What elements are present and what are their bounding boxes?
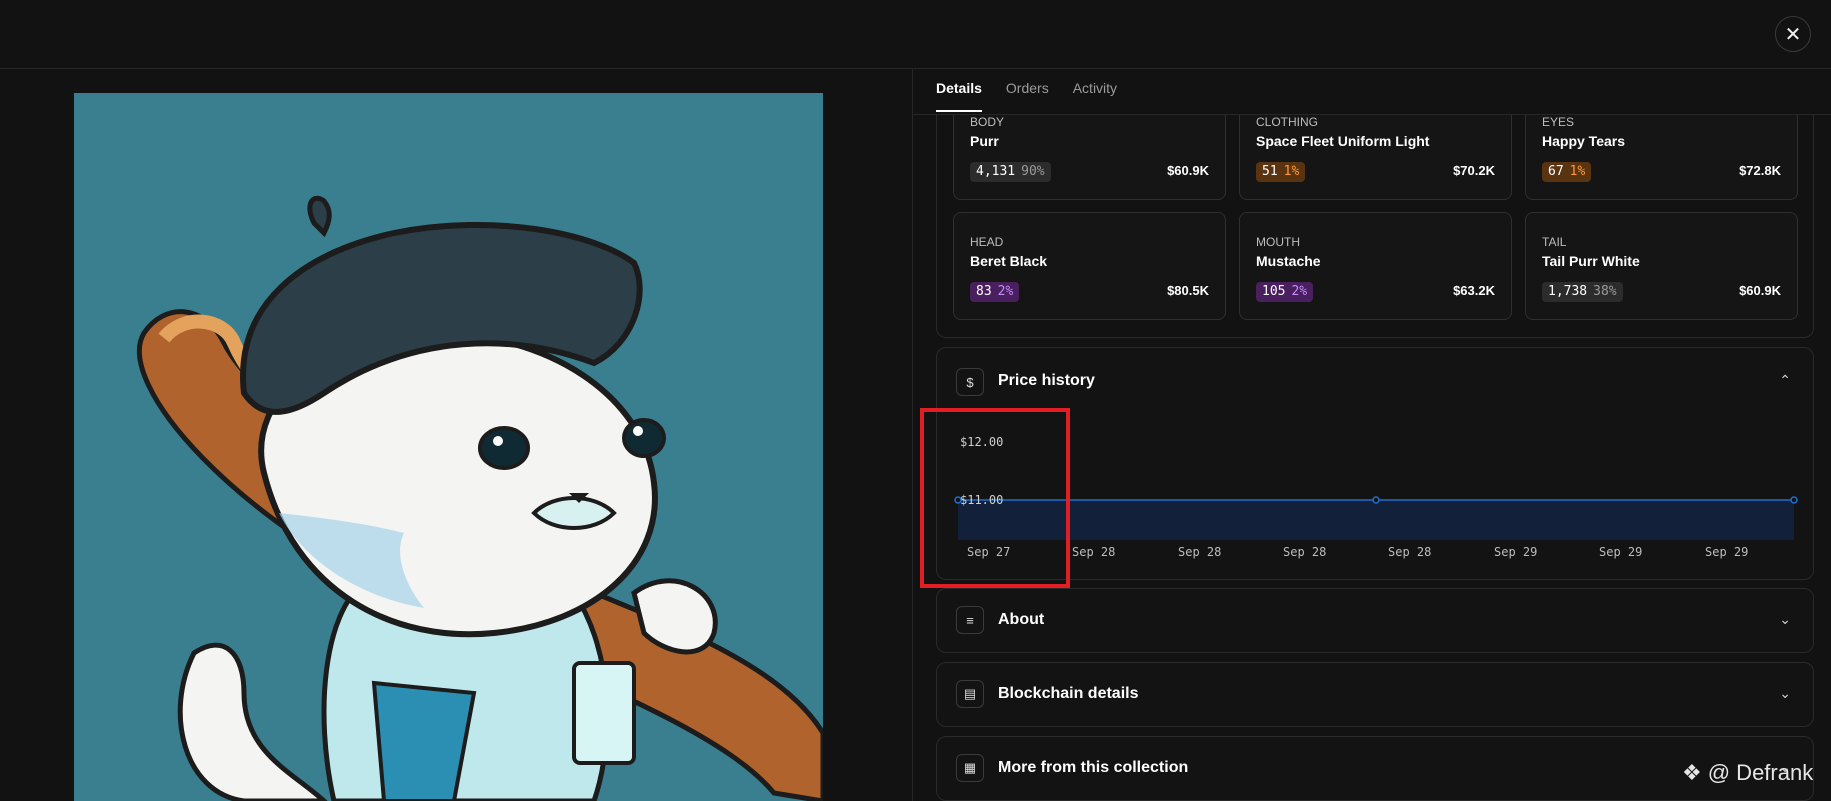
x-tick-label: Sep 29 <box>1599 545 1643 559</box>
trait-type: EYES <box>1542 115 1575 129</box>
trait-percent: 38% <box>1593 284 1617 299</box>
traits-panel: BODY Purr 4,131 90% $60.9K CLOTHING Spac… <box>936 115 1814 338</box>
detail-tabs: Details Orders Activity <box>936 80 1117 112</box>
trait-card[interactable]: HEAD Beret Black 83 2% $80.5K <box>953 212 1226 320</box>
trait-percent: 1% <box>1283 164 1300 179</box>
trait-count: 105 <box>1262 284 1286 299</box>
trait-value: Tail Purr White <box>1542 253 1640 269</box>
nft-artwork <box>74 93 823 801</box>
trait-floor-price: $70.2K <box>1453 163 1495 178</box>
trait-percent: 1% <box>1569 164 1586 179</box>
tab-details[interactable]: Details <box>936 80 982 112</box>
x-tick-label: Sep 28 <box>1072 545 1116 559</box>
annotation-highlight-box <box>920 408 1070 588</box>
grid-icon: ▦ <box>956 754 984 782</box>
x-tick-label: Sep 28 <box>1388 545 1432 559</box>
dollar-icon: $ <box>956 368 984 396</box>
close-icon: ✕ <box>1784 23 1802 46</box>
trait-rarity-badge: 51 1% <box>1256 162 1306 182</box>
price-history-chart <box>954 496 1798 540</box>
trait-floor-price: $80.5K <box>1167 283 1209 298</box>
trait-value: Purr <box>970 133 999 149</box>
watermark: ❖ @ Defrank <box>1682 760 1813 786</box>
price-point <box>1790 496 1798 504</box>
x-tick-label: Sep 29 <box>1494 545 1538 559</box>
watermark-text: @ Defrank <box>1707 760 1814 785</box>
trait-value: Mustache <box>1256 253 1321 269</box>
trait-card[interactable]: MOUTH Mustache 105 2% $63.2K <box>1239 212 1512 320</box>
trait-type: HEAD <box>970 235 1004 249</box>
blockchain-details-panel[interactable]: ▤ Blockchain details ⌄ <box>936 662 1814 727</box>
trait-count: 83 <box>976 284 992 299</box>
trait-card[interactable]: CLOTHING Space Fleet Uniform Light 51 1%… <box>1239 115 1512 200</box>
trait-count: 4,131 <box>976 164 1016 179</box>
trait-floor-price: $72.8K <box>1739 163 1781 178</box>
pane-divider <box>912 69 913 801</box>
diamond-logo-icon: ❖ <box>1682 760 1702 785</box>
block-icon: ▤ <box>956 680 984 708</box>
about-panel[interactable]: ≡ About ⌄ <box>936 588 1814 653</box>
trait-rarity-badge: 4,131 90% <box>970 162 1051 182</box>
trait-card[interactable]: EYES Happy Tears 67 1% $72.8K <box>1525 115 1798 200</box>
close-button[interactable]: ✕ <box>1775 16 1811 52</box>
top-bar: ✕ <box>0 0 1831 69</box>
trait-card[interactable]: BODY Purr 4,131 90% $60.9K <box>953 115 1226 200</box>
notes-icon: ≡ <box>956 606 984 634</box>
trait-card[interactable]: TAIL Tail Purr White 1,738 38% $60.9K <box>1525 212 1798 320</box>
trait-rarity-badge: 67 1% <box>1542 162 1592 182</box>
about-title: About <box>998 611 1045 628</box>
chevron-down-icon[interactable]: ⌄ <box>1779 685 1791 702</box>
trait-percent: 2% <box>1291 284 1308 299</box>
trait-floor-price: $60.9K <box>1739 283 1781 298</box>
trait-percent: 2% <box>997 284 1014 299</box>
trait-type: TAIL <box>1542 235 1567 249</box>
trait-value: Happy Tears <box>1542 133 1625 149</box>
trait-type: MOUTH <box>1256 235 1300 249</box>
trait-rarity-badge: 83 2% <box>970 282 1020 302</box>
x-tick-label: Sep 29 <box>1705 545 1749 559</box>
x-tick-label: Sep 28 <box>1178 545 1222 559</box>
trait-type: CLOTHING <box>1256 115 1319 129</box>
trait-floor-price: $63.2K <box>1453 283 1495 298</box>
trait-value: Space Fleet Uniform Light <box>1256 133 1430 149</box>
trait-count: 1,738 <box>1548 284 1588 299</box>
trait-count: 51 <box>1262 164 1278 179</box>
blockchain-details-title: Blockchain details <box>998 685 1139 702</box>
trait-percent: 90% <box>1021 164 1045 179</box>
price-area <box>958 500 1794 540</box>
trait-rarity-badge: 105 2% <box>1256 282 1314 302</box>
more-from-collection-title: More from this collection <box>998 759 1189 776</box>
tab-orders[interactable]: Orders <box>1006 80 1049 112</box>
chevron-up-icon[interactable]: ⌃ <box>1779 372 1791 389</box>
trait-value: Beret Black <box>970 253 1048 269</box>
tab-activity[interactable]: Activity <box>1073 80 1117 112</box>
trait-type: BODY <box>970 115 1005 129</box>
price-history-title[interactable]: Price history <box>998 372 1095 390</box>
trait-rarity-badge: 1,738 38% <box>1542 282 1623 302</box>
trait-floor-price: $60.9K <box>1167 163 1209 178</box>
x-tick-label: Sep 28 <box>1283 545 1327 559</box>
trait-count: 67 <box>1548 164 1564 179</box>
price-point <box>1372 496 1380 504</box>
chevron-down-icon[interactable]: ⌄ <box>1779 611 1791 628</box>
